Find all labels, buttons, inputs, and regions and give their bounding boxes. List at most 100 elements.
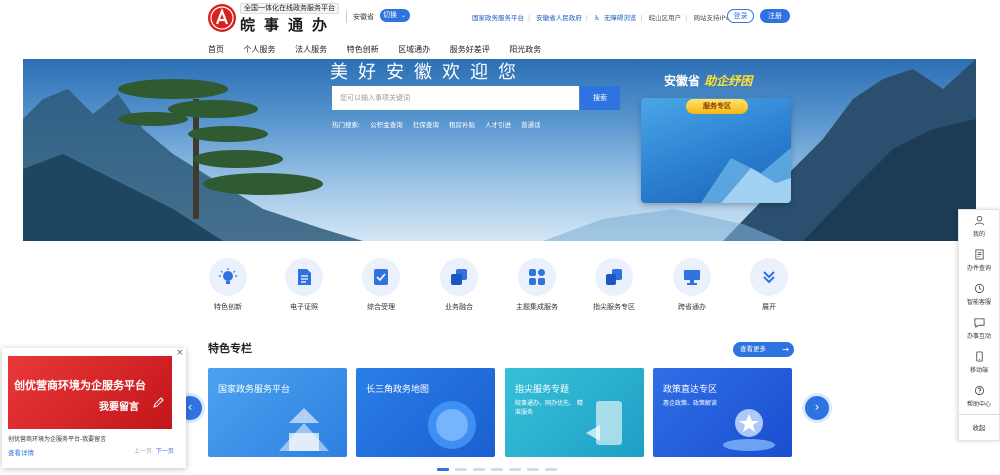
rightbar-collapse[interactable]: 收起 xyxy=(959,414,999,440)
service-theme[interactable]: 主题集成服务 xyxy=(507,258,567,312)
close-icon[interactable]: × xyxy=(176,348,184,358)
hot-term[interactable]: 人才引进 xyxy=(485,121,511,129)
search-input[interactable]: 您可以输入事项关键词 xyxy=(332,86,579,110)
service-label: 指尖服务专区 xyxy=(593,303,635,311)
chevron-down-icon: ⌄ xyxy=(400,12,406,19)
rightbar-label: 我的 xyxy=(972,231,985,238)
view-more-label: 查看更多 xyxy=(740,345,766,353)
site-logo-icon[interactable] xyxy=(208,4,236,32)
hot-term[interactable]: 普通话 xyxy=(521,121,541,129)
carousel-dots xyxy=(437,465,563,473)
rightbar-label: 移动端 xyxy=(969,367,988,374)
next-page-link[interactable]: 下一页 xyxy=(156,448,174,455)
carousel-dot[interactable] xyxy=(527,468,539,471)
view-details-link[interactable]: 查看详情 xyxy=(8,447,34,457)
pen-icon xyxy=(153,397,164,408)
region-switch-button[interactable]: 切换 ⌄ xyxy=(380,9,410,22)
service-label: 业务融合 xyxy=(445,303,473,311)
help-icon xyxy=(974,385,984,396)
hot-term[interactable]: 社保查询 xyxy=(413,121,439,129)
handheld-icon xyxy=(595,258,633,296)
promo-service-button[interactable]: 服务专区 xyxy=(686,99,748,114)
grid-icon xyxy=(518,258,556,296)
login-button[interactable]: 登录 xyxy=(727,9,754,23)
nav-legal-entity[interactable]: 法人服务 xyxy=(295,45,327,54)
document-icon xyxy=(285,258,323,296)
carousel-dot[interactable] xyxy=(437,468,449,471)
service-label: 综合受理 xyxy=(367,303,395,311)
service-label: 展开 xyxy=(762,303,776,311)
featured-card-yrd-map[interactable]: 长三角政务地图 xyxy=(356,368,495,457)
rightbar-label: 办件查询 xyxy=(966,265,991,272)
popup-title: 创优营商环境为企服务平台 xyxy=(14,379,146,392)
checklist-icon xyxy=(362,258,400,296)
monitor-icon xyxy=(673,258,711,296)
link-anhui-government[interactable]: 安徽省人民政府 xyxy=(536,14,582,22)
service-label: 电子证照 xyxy=(290,303,318,311)
trophy-illustration xyxy=(723,409,775,451)
service-cross-province[interactable]: 跨省通办 xyxy=(662,258,722,312)
logo-tagline: 全国一体化在线政务服务平台 xyxy=(240,3,339,14)
rightbar-smart-service[interactable]: 智能客服 xyxy=(959,278,999,312)
service-e-license[interactable]: 电子证照 xyxy=(274,258,334,312)
link-mountain-users[interactable]: 皖山区用户 xyxy=(649,14,682,22)
top-links: 国家政务服务平台 | 安徽省人民政府 | ♿ 无障碍浏览 | 皖山区用户 | 网站支持IP… xyxy=(472,14,734,22)
rightbar-case-query[interactable]: 办件查询 xyxy=(959,244,999,278)
headset-icon xyxy=(974,283,984,294)
rightbar-interaction[interactable]: 办事互动 xyxy=(959,312,999,346)
carousel-dot[interactable] xyxy=(473,468,485,471)
region-switch-label: 切换 xyxy=(383,11,397,19)
rightbar-mobile[interactable]: 移动端 xyxy=(959,346,999,380)
carousel-dot[interactable] xyxy=(545,468,557,471)
carousel-next-button[interactable]: › xyxy=(805,396,829,420)
service-business-merge[interactable]: 业务融合 xyxy=(429,258,489,312)
prev-page-link[interactable]: 上一页 xyxy=(134,448,152,455)
mobile-icon xyxy=(975,351,983,362)
rightbar-label: 帮助中心 xyxy=(966,401,991,408)
top-header: 全国一体化在线政务服务平台 皖事通办 安徽省 切换 ⌄ 国家政务服务平台 | 安徽省… xyxy=(0,0,1000,40)
rightbar-help[interactable]: 帮助中心 xyxy=(959,380,999,414)
link-accessibility[interactable]: 无障碍浏览 xyxy=(604,14,637,22)
file-search-icon xyxy=(974,249,984,260)
service-label: 主题集成服务 xyxy=(516,303,558,311)
promo-title: 安徽省 助企纾困 xyxy=(664,72,752,89)
service-comprehensive[interactable]: 综合受理 xyxy=(351,258,411,312)
lightbulb-icon xyxy=(209,258,247,296)
featured-card-policy[interactable]: 政策直达专区 惠企政策、政策解读 xyxy=(653,368,792,457)
popup-subtitle: 我要留言 xyxy=(99,402,139,413)
featured-card-fingertip[interactable]: 指尖服务专题 皖事通办、网办优先、 精准服务 xyxy=(505,368,644,457)
rightbar-label: 智能客服 xyxy=(966,299,991,306)
popup-caption: 创优营商环境为企服务平台-我要留言 xyxy=(8,436,107,443)
nav-innovation[interactable]: 特色创新 xyxy=(347,45,379,54)
carousel-dot[interactable] xyxy=(509,468,521,471)
link-national-platform[interactable]: 国家政务服务平台 xyxy=(472,14,524,22)
phone-illustration xyxy=(586,401,622,445)
service-expand[interactable]: 展开 xyxy=(739,258,799,312)
globe-illustration xyxy=(428,401,476,449)
nav-sunshine-gov[interactable]: 阳光政务 xyxy=(509,45,541,54)
region-label: 安徽省 xyxy=(346,11,374,23)
popup-pager: 上一页 下一页 xyxy=(134,446,174,455)
hot-term[interactable]: 公积金查询 xyxy=(370,121,403,129)
view-more-button[interactable]: 查看更多 → xyxy=(733,342,794,357)
nav-evaluation[interactable]: 服务好差评 xyxy=(450,45,490,54)
hot-term[interactable]: 租房补贴 xyxy=(449,121,475,129)
accessibility-icon: ♿ xyxy=(594,14,600,22)
featured-card-national-platform[interactable]: 国家政务服务平台 xyxy=(208,368,347,457)
merge-icon xyxy=(440,258,478,296)
nav-home[interactable]: 首页 xyxy=(208,45,224,54)
carousel-dot[interactable] xyxy=(455,468,467,471)
hot-search: 热门搜索: 公积金查询 社保查询 租房补贴 人才引进 普通话 xyxy=(332,119,549,129)
carousel-dot[interactable] xyxy=(491,468,503,471)
register-button[interactable]: 注册 xyxy=(760,9,790,23)
service-handheld[interactable]: 指尖服务专区 xyxy=(584,258,644,312)
nav-regional[interactable]: 区域通办 xyxy=(398,45,430,54)
rightbar-my[interactable]: 我的 xyxy=(959,210,999,244)
service-innovation[interactable]: 特色创新 xyxy=(198,258,258,312)
nav-personal[interactable]: 个人服务 xyxy=(244,45,276,54)
promo-title-highlight: 助企纾困 xyxy=(704,74,753,88)
search-button[interactable]: 搜索 xyxy=(580,86,620,110)
logo-name[interactable]: 皖事通办 xyxy=(240,14,336,35)
banner-title: 美好安徽欢迎您 xyxy=(330,62,526,83)
arrow-right-icon: → xyxy=(782,345,789,354)
